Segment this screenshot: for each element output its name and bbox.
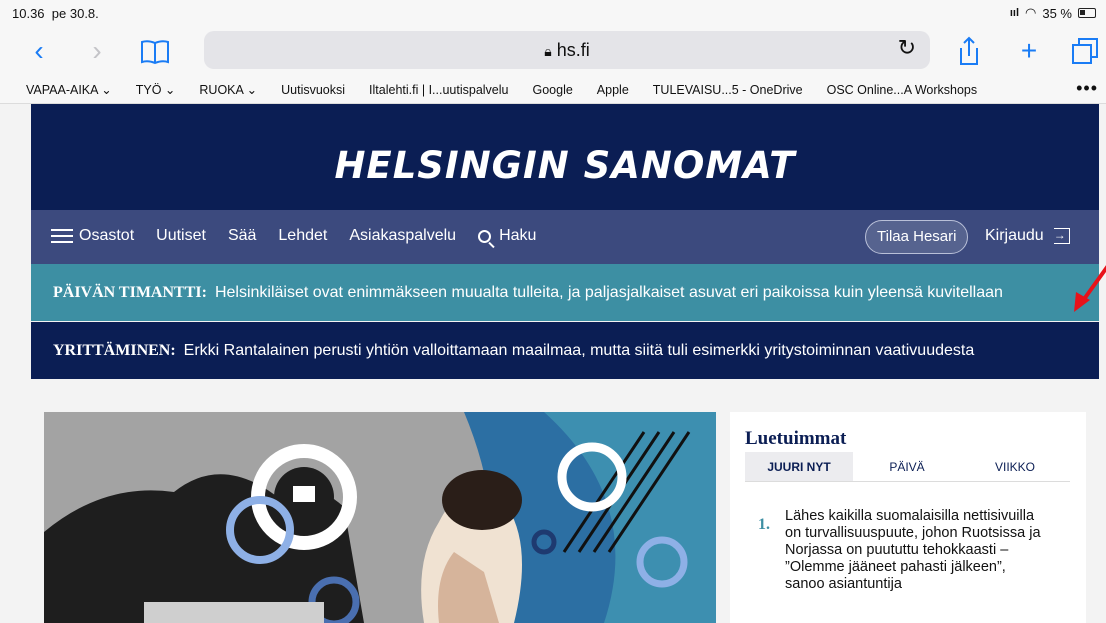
site-logo[interactable]: HELSINGIN SANOMAT xyxy=(31,144,1099,187)
site-masthead: HELSINGIN SANOMAT xyxy=(31,104,1099,210)
login-link[interactable]: Kirjaudu → xyxy=(985,227,1070,245)
nav-magazines[interactable]: Lehdet xyxy=(278,227,327,245)
bookmark-ruoka[interactable]: RUOKA ⌄ xyxy=(199,82,257,97)
share-icon[interactable] xyxy=(952,34,986,68)
lock-icon: 🔒︎ xyxy=(544,43,552,59)
address-bar[interactable]: 🔒︎ hs.fi ↻ xyxy=(204,31,930,69)
item-headline: Lähes kaikilla suomalaisilla nettisivuil… xyxy=(785,508,1041,592)
ticker-business[interactable]: YRITTÄMINEN: Erkki Rantalainen perusti yh… xyxy=(31,322,1099,379)
nav-customer-service[interactable]: Asiakaspalvelu xyxy=(349,227,456,245)
nav-weather[interactable]: Sää xyxy=(228,227,256,245)
nav-search[interactable]: Haku xyxy=(478,227,536,245)
battery-icon xyxy=(1078,8,1096,18)
browser-toolbar: ‹ › 🔒︎ hs.fi ↻ + xyxy=(0,26,1106,76)
ticker-text: Erkki Rantalainen perusti yhtiön valloit… xyxy=(183,342,975,359)
status-bar: 10.36 pe 30.8. ııl ◠ 35 % xyxy=(0,0,1106,26)
bookmark-onedrive[interactable]: TULEVAISU...5 - OneDrive xyxy=(653,83,803,97)
bookmark-apple[interactable]: Apple xyxy=(597,83,629,97)
bookmarks-book-icon[interactable] xyxy=(138,34,172,68)
back-icon[interactable]: ‹ xyxy=(22,34,56,68)
nav-sections[interactable]: Osastot xyxy=(51,227,134,245)
site-nav: Osastot Uutiset Sää Lehdet Asiakaspalvel… xyxy=(31,210,1099,264)
tab-week[interactable]: VIIKKO xyxy=(961,452,1069,481)
bookmark-osc[interactable]: OSC Online...A Workshops xyxy=(827,83,978,97)
new-tab-icon[interactable]: + xyxy=(1012,34,1046,68)
forward-icon[interactable]: › xyxy=(80,34,114,68)
tab-right-now[interactable]: JUURI NYT xyxy=(745,452,853,481)
status-time: 10.36 pe 30.8. xyxy=(12,6,99,21)
battery-percent: 35 % xyxy=(1042,5,1072,21)
hero-illustration xyxy=(44,412,716,623)
bookmark-tyo[interactable]: TYÖ ⌄ xyxy=(136,82,176,97)
menu-icon xyxy=(51,229,73,243)
wifi-icon: ◠ xyxy=(1025,5,1037,20)
ticker-text: Helsinkiläiset ovat enimmäkseen muualta … xyxy=(214,284,1003,301)
hero-image[interactable] xyxy=(44,412,716,623)
tabs-overview-icon[interactable] xyxy=(1068,34,1102,68)
nav-links: Osastot Uutiset Sää Lehdet Asiakaspalvel… xyxy=(51,227,558,245)
web-page: HELSINGIN SANOMAT Osastot Uutiset Sää Le… xyxy=(0,104,1106,623)
bookmark-google[interactable]: Google xyxy=(532,83,572,97)
ticker-diamond[interactable]: PÄIVÄN TIMANTTI: Helsinkiläiset ovat enim… xyxy=(31,264,1099,321)
signal-icon: ııl xyxy=(1009,7,1020,19)
most-read-title: Luetuimmat xyxy=(745,428,847,449)
reload-icon[interactable]: ↻ xyxy=(898,35,916,61)
annotation-arrow xyxy=(1074,265,1106,312)
login-icon: → xyxy=(1053,228,1070,244)
nav-news[interactable]: Uutiset xyxy=(156,227,206,245)
status-right: ııl ◠ 35 % xyxy=(1010,5,1096,21)
tab-day[interactable]: PÄIVÄ xyxy=(853,452,961,481)
bookmarks-bar: VAPAA-AIKA ⌄ TYÖ ⌄ RUOKA ⌄ Uutisvuoksi I… xyxy=(0,76,1106,104)
subscribe-button[interactable]: Tilaa Hesari xyxy=(865,220,969,254)
more-bookmarks-icon[interactable]: ••• xyxy=(1076,78,1098,99)
url-host: 🔒︎ hs.fi xyxy=(544,40,590,60)
ticker-label: YRITTÄMINEN: xyxy=(53,342,176,359)
ticker-label: PÄIVÄN TIMANTTI: xyxy=(53,284,207,301)
most-read-tabs: JUURI NYT PÄIVÄ VIIKKO xyxy=(745,452,1070,482)
search-icon xyxy=(478,229,492,243)
most-read-item[interactable]: 1. Lähes kaikilla suomalaisilla nettisiv… xyxy=(758,508,1048,593)
bookmark-iltalehti[interactable]: Iltalehti.fi | I...uutispalvelu xyxy=(369,83,508,97)
bookmark-vapaa-aika[interactable]: VAPAA-AIKA ⌄ xyxy=(26,82,112,97)
bookmark-uutisvuoksi[interactable]: Uutisvuoksi xyxy=(281,83,345,97)
most-read-panel: Luetuimmat JUURI NYT PÄIVÄ VIIKKO 1. Läh… xyxy=(730,412,1086,623)
item-number: 1. xyxy=(758,516,770,533)
